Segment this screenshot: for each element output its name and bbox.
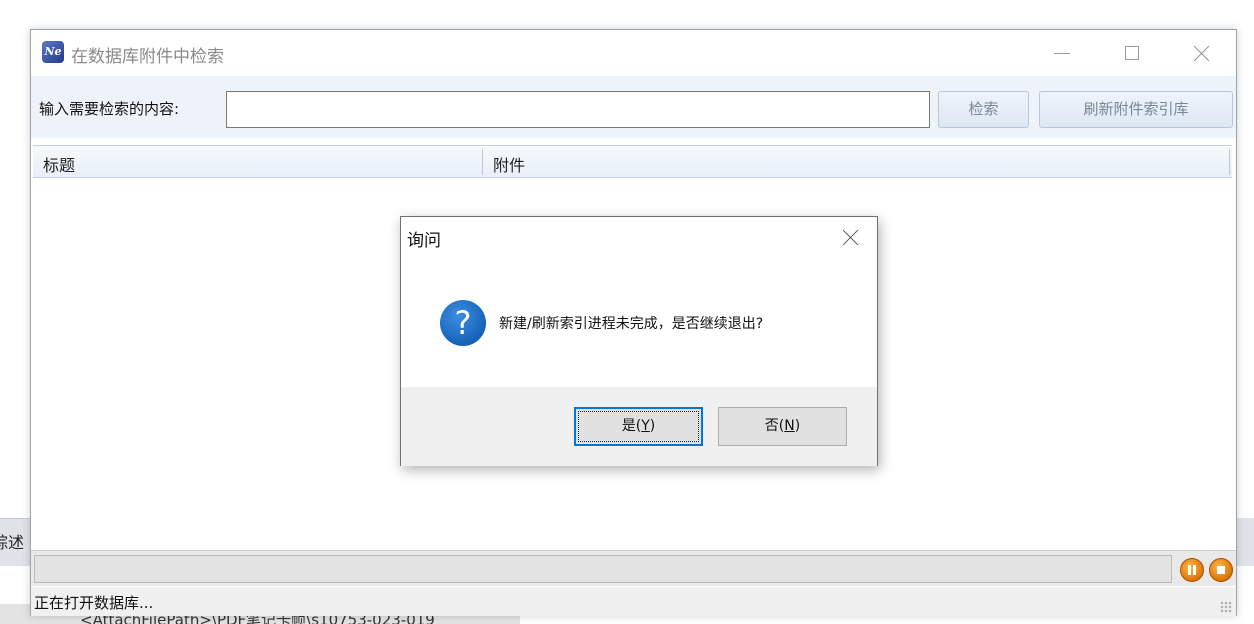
stop-button[interactable] bbox=[1209, 558, 1233, 582]
confirm-dialog: 询问 ? 新建/刷新索引进程未完成，是否继续退出? 是(Y) 否(N) bbox=[400, 216, 878, 466]
column-divider[interactable] bbox=[1229, 149, 1230, 175]
search-toolbar: 输入需要检索的内容: 检索 刷新附件索引库 bbox=[31, 76, 1236, 138]
maximize-button[interactable] bbox=[1109, 30, 1155, 76]
refresh-index-button[interactable]: 刷新附件索引库 bbox=[1039, 91, 1233, 128]
yes-button[interactable]: 是(Y) bbox=[574, 407, 703, 446]
yes-label-suffix: ) bbox=[649, 418, 656, 434]
window-title: 在数据库附件中检索 bbox=[71, 47, 224, 67]
no-label-suffix: ) bbox=[794, 418, 801, 434]
maximize-icon bbox=[1125, 46, 1139, 60]
close-icon bbox=[1194, 45, 1210, 61]
close-icon bbox=[843, 229, 859, 245]
pause-icon bbox=[1188, 565, 1196, 575]
table-header: 标题 附件 bbox=[33, 146, 1232, 178]
yes-label-prefix: 是( bbox=[621, 418, 642, 434]
dialog-title: 询问 bbox=[407, 231, 441, 251]
progress-area bbox=[31, 550, 1236, 586]
background-tab-fragment[interactable]: 综述 bbox=[0, 528, 32, 558]
dialog-message: 新建/刷新索引进程未完成，是否继续退出? bbox=[499, 316, 764, 332]
desktop: 综述 <AttachFilePath>\PDF笔记卡帧\s10753-023-0… bbox=[0, 0, 1254, 624]
no-button[interactable]: 否(N) bbox=[718, 407, 847, 446]
no-label-prefix: 否( bbox=[764, 418, 785, 434]
dialog-titlebar[interactable]: 询问 bbox=[401, 217, 877, 255]
dialog-close-button[interactable] bbox=[837, 223, 865, 251]
search-button[interactable]: 检索 bbox=[938, 91, 1029, 128]
column-header-attachment[interactable]: 附件 bbox=[493, 152, 525, 176]
search-input[interactable] bbox=[226, 91, 930, 128]
search-label: 输入需要检索的内容: bbox=[39, 100, 180, 118]
status-text: 正在打开数据库... bbox=[34, 594, 154, 612]
minimize-icon bbox=[1054, 52, 1070, 54]
column-header-title[interactable]: 标题 bbox=[43, 152, 75, 176]
minimize-button[interactable] bbox=[1039, 30, 1085, 76]
app-ne-icon: Ne bbox=[42, 41, 64, 63]
status-bar: 正在打开数据库... bbox=[31, 587, 1236, 616]
resize-grip-icon[interactable] bbox=[1220, 601, 1232, 613]
pause-button[interactable] bbox=[1180, 558, 1204, 582]
yes-accelerator: Y bbox=[641, 418, 650, 434]
close-button[interactable] bbox=[1179, 30, 1225, 76]
question-icon: ? bbox=[440, 300, 486, 346]
no-accelerator: N bbox=[784, 418, 795, 434]
column-divider[interactable] bbox=[482, 149, 483, 175]
dialog-button-bar: 是(Y) 否(N) bbox=[401, 387, 877, 466]
window-titlebar[interactable]: Ne 在数据库附件中检索 bbox=[31, 30, 1236, 76]
stop-icon bbox=[1217, 566, 1225, 574]
progress-bar bbox=[34, 555, 1172, 583]
